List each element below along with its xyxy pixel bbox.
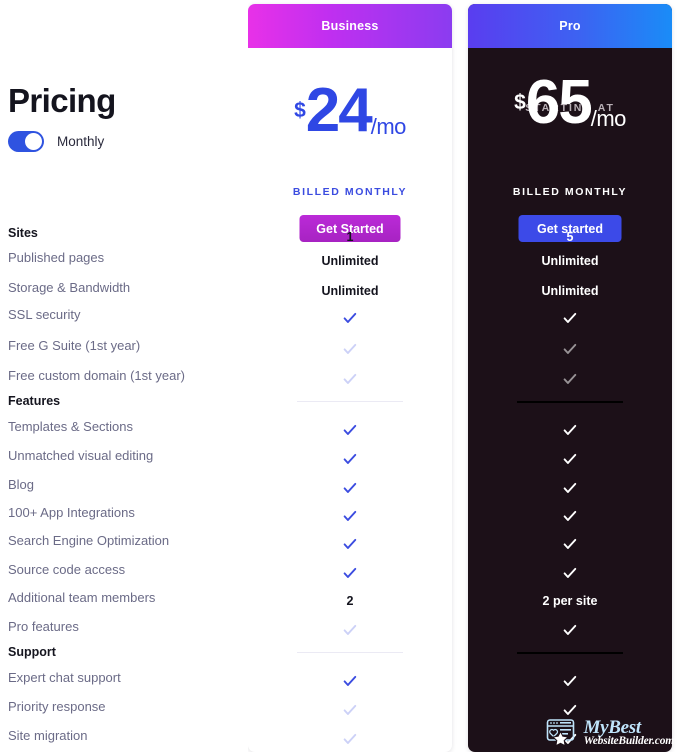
section-divider bbox=[517, 652, 623, 654]
check-icon bbox=[342, 702, 358, 718]
plan-values-business: 1 Unlimited Unlimited 2 bbox=[248, 4, 452, 752]
check-icon bbox=[562, 371, 578, 387]
check-icon bbox=[562, 310, 578, 326]
watermark-text: MyBest WebsiteBuilder.com bbox=[583, 718, 675, 748]
page-title: Pricing bbox=[8, 82, 116, 119]
feature-label: Additional team members bbox=[8, 590, 156, 605]
check-icon bbox=[342, 622, 358, 638]
check-icon bbox=[342, 536, 358, 552]
check-icon bbox=[562, 451, 578, 467]
check-icon bbox=[562, 508, 578, 524]
feature-label: Search Engine Optimization bbox=[8, 533, 170, 548]
plan-value-text: Unlimited bbox=[541, 254, 599, 268]
feature-group-heading: Support bbox=[8, 645, 56, 659]
feature-group-heading: Features bbox=[8, 394, 61, 408]
billing-period-toggle-row: Monthly bbox=[8, 131, 104, 152]
check-icon bbox=[342, 565, 358, 581]
plan-card-pro: Pro STARTING AT $65/mo BILLED MONTHLY Get st… bbox=[468, 4, 672, 752]
plan-value-text: 5 bbox=[566, 230, 574, 244]
check-icon bbox=[562, 622, 578, 638]
feature-label-column: Pricing Monthly Sites Published pages Stor… bbox=[0, 0, 248, 752]
toggle-knob bbox=[25, 133, 42, 150]
plan-value-text: 2 per site bbox=[542, 594, 598, 608]
check-icon bbox=[562, 702, 578, 718]
plan-value-text: 1 bbox=[346, 230, 354, 244]
website-builder-logo-icon bbox=[546, 718, 580, 748]
feature-label: Site migration bbox=[8, 728, 88, 743]
pricing-page: Pricing Monthly Sites Published pages Stor… bbox=[0, 0, 680, 752]
plan-value-text: 2 bbox=[346, 594, 354, 608]
feature-label: Storage & Bandwidth bbox=[8, 280, 131, 295]
feature-label: Pro features bbox=[8, 619, 79, 634]
check-icon bbox=[562, 673, 578, 689]
check-icon bbox=[562, 565, 578, 581]
check-icon bbox=[562, 422, 578, 438]
check-icon bbox=[342, 673, 358, 689]
feature-group-heading: Sites bbox=[8, 226, 38, 240]
feature-label: Templates & Sections bbox=[8, 419, 134, 434]
check-icon bbox=[342, 451, 358, 467]
check-icon bbox=[562, 480, 578, 496]
feature-label: SSL security bbox=[8, 307, 81, 322]
check-icon bbox=[562, 536, 578, 552]
feature-label: Published pages bbox=[8, 250, 105, 265]
feature-label: Unmatched visual editing bbox=[8, 448, 154, 463]
plan-value-text: Unlimited bbox=[321, 284, 379, 298]
check-icon bbox=[562, 341, 578, 357]
feature-label: Free G Suite (1st year) bbox=[8, 338, 141, 353]
billing-period-label: Monthly bbox=[57, 134, 105, 149]
check-icon bbox=[342, 310, 358, 326]
check-icon bbox=[342, 480, 358, 496]
feature-label: Free custom domain (1st year) bbox=[8, 368, 186, 383]
plan-value-text: Unlimited bbox=[321, 254, 379, 268]
section-divider bbox=[517, 401, 623, 403]
feature-label: 100+ App Integrations bbox=[8, 505, 135, 520]
plan-values-pro: 5 Unlimited Unlimited 2 per site bbox=[468, 4, 672, 752]
plan-card-business: Business $24/mo BILLED MONTHLY Get Started 1… bbox=[248, 4, 452, 752]
feature-label: Priority response bbox=[8, 699, 106, 714]
feature-label: Blog bbox=[8, 477, 35, 492]
check-icon bbox=[342, 341, 358, 357]
feature-label: Expert chat support bbox=[8, 670, 121, 685]
check-icon bbox=[342, 371, 358, 387]
section-divider bbox=[297, 652, 403, 653]
watermark: MyBest WebsiteBuilder.com bbox=[546, 718, 674, 748]
section-divider bbox=[297, 401, 403, 402]
check-icon bbox=[342, 731, 358, 747]
billing-period-toggle[interactable] bbox=[8, 131, 44, 152]
watermark-line2: WebsiteBuilder.com bbox=[583, 735, 675, 748]
plan-value-text: Unlimited bbox=[541, 284, 599, 298]
check-icon bbox=[342, 508, 358, 524]
feature-label: Source code access bbox=[8, 562, 126, 577]
check-icon bbox=[342, 422, 358, 438]
